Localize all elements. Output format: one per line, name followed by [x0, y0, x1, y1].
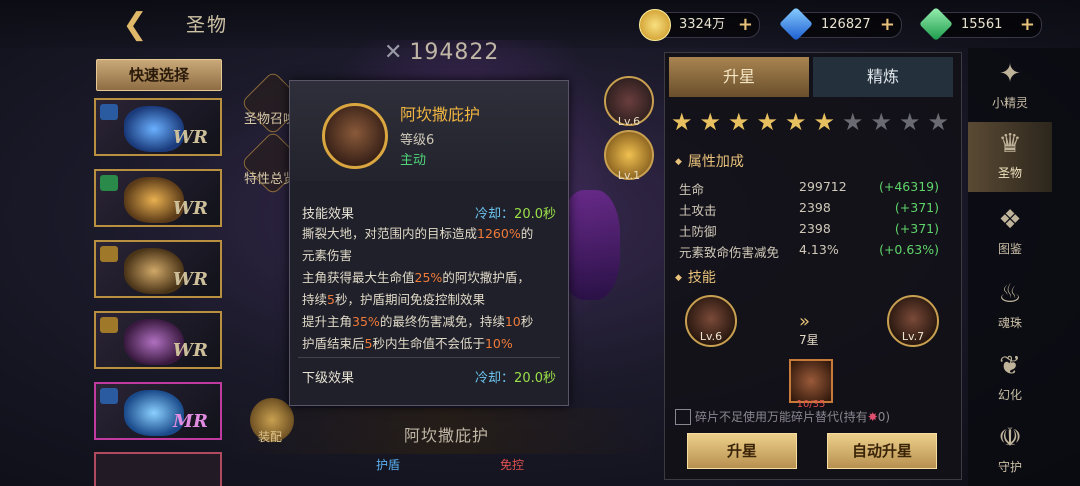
universal-shard-checkbox[interactable] — [675, 409, 691, 425]
nav-codex[interactable]: ❖ 图鉴 — [968, 198, 1052, 268]
relic-skill-icon[interactable]: Lv.6 — [604, 76, 654, 128]
auto-star-up-button[interactable]: 自动升星 — [827, 433, 937, 469]
crossed-swords-icon: ✕ — [384, 40, 404, 65]
star-icon: ★ — [728, 108, 750, 136]
relic-icon: ♛ — [998, 129, 1022, 159]
checkbox-label: 碎片不足使用万能碎片替代(持有✸0) — [695, 410, 891, 424]
star-icon: ★ — [870, 108, 893, 136]
next-effect-header: 下级效果 冷却：20.0秒 — [302, 367, 556, 386]
star-icon: ★ — [927, 108, 950, 136]
description-line: 护盾结束后5秒内生命值不会低于10% — [302, 336, 513, 351]
relic-card[interactable]: MR — [94, 382, 222, 440]
star-icon: ★ — [699, 108, 722, 136]
shard-gem-icon: ✸ — [867, 410, 878, 424]
relic-card-selected[interactable]: WR — [94, 311, 222, 369]
star-icon: ★ — [899, 108, 921, 136]
tag-shield: 护盾 — [376, 458, 401, 472]
nav-soul-orb[interactable]: ♨ 魂珠 — [968, 272, 1052, 342]
star-icon: ★ — [842, 108, 864, 136]
current-effect-header: 技能效果 冷却：20.0秒 — [302, 203, 556, 222]
relic-wing-right — [560, 190, 620, 300]
skill-portrait-icon — [322, 103, 388, 169]
cooldown: 冷却：20.0秒 — [475, 207, 556, 222]
star-icon: ★ — [813, 108, 836, 136]
attribute-row: 土攻击 2398 (+371) — [679, 200, 939, 218]
skill-section-title: 技能 — [675, 267, 716, 287]
divider — [298, 357, 560, 358]
add-gold-button[interactable]: + — [738, 13, 753, 37]
resource-blue-gem: 126827 + — [779, 7, 902, 41]
description-line: 元素伤害 — [302, 248, 353, 263]
description-line: 持续5秒，护盾期间免疫控制效果 — [302, 292, 485, 307]
star-icon: ★ — [671, 108, 693, 136]
earth-element-icon — [100, 246, 118, 262]
tab-star-up[interactable]: 升星 — [669, 57, 809, 97]
attribute-row: 生命 299712 (+46319) — [679, 179, 939, 197]
relic-name-label: 阿坎撒庇护 — [404, 426, 490, 445]
skill-tooltip: 阿坎撒庇护 等级6 主动 技能效果 冷却：20.0秒 撕裂大地，对范围内的目标造… — [289, 80, 569, 406]
attr-section-title: 属性加成 — [675, 151, 744, 171]
tag-cc-immune: 免控 — [500, 458, 525, 472]
side-nav: ✦ 小精灵 ♛ 圣物 ❖ 图鉴 ♨ 魂珠 ❦ 幻化 ☫ 守护 — [968, 48, 1080, 486]
nav-relic[interactable]: ♛ 圣物 — [968, 122, 1052, 192]
star-up-button[interactable]: 升星 — [687, 433, 797, 469]
upgrade-panel: 升星 精炼 ★★★★★★★★★★ 属性加成 生命299712(+46319)土攻… — [664, 52, 962, 480]
water-element-icon — [100, 388, 118, 404]
current-effect-description: 撕裂大地，对范围内的目标造成1260%的 元素伤害主角获得最大生命值25%的阿坎撒… — [302, 223, 558, 355]
relic-passive-icon[interactable]: Lv.1 — [604, 130, 654, 182]
codex-icon: ❖ — [998, 205, 1022, 235]
relic-card-partial[interactable] — [94, 452, 222, 486]
description-line: 撕裂大地，对范围内的目标造成1260%的 — [302, 226, 534, 241]
star-requirement: 7星 — [799, 333, 819, 347]
nav-transform[interactable]: ❦ 幻化 — [968, 344, 1052, 414]
relic-shard-icon[interactable] — [789, 359, 833, 403]
fairy-icon: ✦ — [999, 59, 1021, 89]
skill-name: 阿坎撒庇护 — [400, 105, 481, 124]
nav-fairy[interactable]: ✦ 小精灵 — [968, 52, 1052, 122]
description-line: 提升主角35%的最终伤害减免，持续10秒 — [302, 314, 534, 329]
add-green-gem-button[interactable]: + — [1020, 13, 1035, 37]
earth-element-icon — [100, 317, 118, 333]
relic-card[interactable]: WR — [94, 98, 222, 156]
equip-label[interactable]: 装配 — [258, 428, 282, 445]
soul-orb-icon: ♨ — [998, 279, 1022, 309]
transform-icon: ❦ — [999, 351, 1021, 381]
nav-guardian[interactable]: ☫ 守护 — [968, 416, 1052, 486]
description-line: 主角获得最大生命值25%的阿坎撒护盾， — [302, 270, 530, 285]
star-icon: ★ — [756, 108, 779, 136]
star-icon: ★ — [785, 108, 807, 136]
add-blue-gem-button[interactable]: + — [880, 13, 895, 37]
attribute-row: 元素致命伤害减免 4.13% (+0.63%) — [679, 242, 939, 260]
skill-next-icon[interactable]: Lv.7 — [887, 295, 939, 347]
power-value: ✕ 194822 — [384, 40, 500, 65]
skill-current-icon[interactable]: Lv.6 — [685, 295, 737, 347]
gold-coin-icon — [639, 9, 671, 41]
wind-element-icon — [100, 175, 118, 191]
guardian-icon: ☫ — [998, 423, 1022, 453]
skill-type: 主动 — [400, 153, 427, 168]
water-element-icon — [100, 104, 118, 120]
relic-card[interactable]: WR — [94, 240, 222, 298]
skill-level: 等级6 — [400, 133, 435, 148]
chevron-left-icon[interactable]: ❮ — [118, 8, 152, 42]
relic-card[interactable]: WR — [94, 169, 222, 227]
tab-refine[interactable]: 精炼 — [813, 57, 953, 97]
resource-gold: 3324万 + — [639, 9, 760, 41]
resource-green-gem: 15561 + — [919, 7, 1042, 41]
cooldown: 冷却：20.0秒 — [475, 371, 556, 386]
page-title: 圣物 — [186, 14, 229, 36]
arrow-right-icon: » — [799, 311, 811, 332]
quick-select-button[interactable]: 快速选择 — [96, 59, 222, 91]
attribute-row: 土防御 2398 (+371) — [679, 221, 939, 239]
